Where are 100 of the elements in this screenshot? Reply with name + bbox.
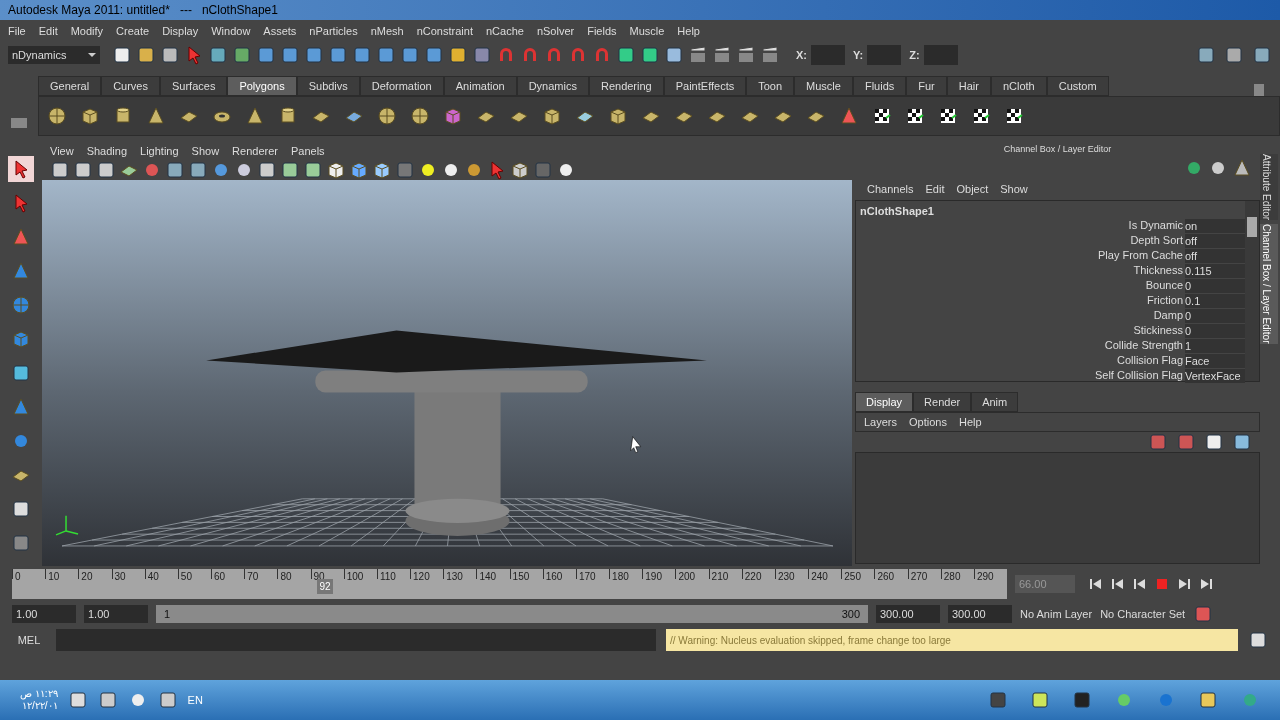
layer-tab[interactable]: Anim: [971, 392, 1019, 412]
cube-icon[interactable]: [80, 106, 100, 126]
menu-item[interactable]: nMesh: [370, 22, 404, 40]
cube-icon[interactable]: [326, 160, 346, 180]
shelf-tab[interactable]: Animation: [443, 76, 517, 96]
side-tab[interactable]: Channel Box / Layer Editor: [1260, 224, 1278, 344]
shelf-tab[interactable]: nCloth: [990, 76, 1047, 96]
attribute-value[interactable]: off: [1185, 248, 1245, 263]
coordinate-field[interactable]: [811, 45, 845, 65]
cube-icon[interactable]: [443, 106, 463, 126]
language-indicator[interactable]: EN: [187, 691, 203, 709]
sphere-icon[interactable]: [377, 106, 397, 126]
menu-item[interactable]: Modify: [70, 22, 104, 40]
viewport-menu[interactable]: Renderer: [232, 142, 278, 160]
attribute-value[interactable]: 0.115: [1185, 263, 1245, 278]
coordinate-field[interactable]: [867, 45, 902, 65]
attribute-value[interactable]: off: [1185, 233, 1245, 248]
step-forward-icon[interactable]: [1177, 578, 1191, 590]
shelf-tab[interactable]: Custom: [1046, 76, 1109, 96]
end-time-field[interactable]: 300.00: [948, 605, 1012, 623]
channel-menu[interactable]: Edit: [925, 180, 945, 198]
cone-icon[interactable]: [839, 106, 859, 126]
menu-item[interactable]: nConstraint: [416, 22, 473, 40]
shelf-tab[interactable]: Rendering: [588, 76, 664, 96]
clapperboard-icon[interactable]: [688, 45, 708, 65]
viewport-menu[interactable]: Panels: [290, 142, 325, 160]
attribute-value[interactable]: VertexFace: [1185, 368, 1245, 383]
cylinder-icon[interactable]: [113, 106, 133, 126]
menu-item[interactable]: File: [8, 22, 26, 40]
menu-item[interactable]: Create: [116, 22, 150, 40]
skip-forward-icon[interactable]: [1199, 578, 1213, 590]
layer-tab[interactable]: Render: [913, 392, 972, 412]
layer-menu[interactable]: Layers: [864, 413, 898, 431]
shelf-tab[interactable]: PaintEffects: [663, 76, 747, 96]
menu-item[interactable]: nSolver: [536, 22, 575, 40]
pyramid-icon[interactable]: [245, 106, 265, 126]
command-field[interactable]: [56, 629, 656, 651]
shelf-handle-icon[interactable]: [11, 118, 27, 128]
shelf-tab[interactable]: Surfaces: [160, 76, 228, 96]
viewport-menu[interactable]: Show: [191, 142, 220, 160]
coordinate-field[interactable]: [923, 45, 958, 65]
skip-back-icon[interactable]: [1089, 578, 1103, 590]
polygon-tool-icon[interactable]: [542, 106, 562, 126]
layer-menu[interactable]: Options: [909, 413, 947, 431]
shelf-tab[interactable]: Polygons: [227, 76, 297, 96]
menu-item[interactable]: Window: [211, 22, 251, 40]
channel-menu[interactable]: Channels: [867, 180, 914, 198]
clapperboard-icon[interactable]: [712, 45, 732, 65]
layer-menu[interactable]: Help: [958, 413, 982, 431]
menu-item[interactable]: Fields: [587, 22, 617, 40]
character-set-dropdown[interactable]: No Character Set: [1100, 605, 1186, 623]
attribute-value[interactable]: 0: [1185, 308, 1245, 323]
viewport-menu[interactable]: Shading: [86, 142, 128, 160]
scrollbar[interactable]: [1245, 201, 1259, 381]
channel-menu[interactable]: Object: [956, 180, 989, 198]
menu-set-dropdown[interactable]: nDynamics: [8, 46, 100, 64]
shelf-tab[interactable]: Fur: [906, 76, 947, 96]
shelf-tab[interactable]: Toon: [746, 76, 795, 96]
shelf-tab[interactable]: Muscle: [794, 76, 853, 96]
cube-icon[interactable]: [510, 160, 530, 180]
range-slider[interactable]: 1 300: [156, 605, 868, 623]
attribute-value[interactable]: 1: [1185, 338, 1245, 353]
sphere-icon[interactable]: [410, 106, 430, 126]
clock-date[interactable]: ١٢/٢٢/٠١: [22, 700, 58, 712]
shelf-tab[interactable]: Fluids: [852, 76, 907, 96]
attribute-value[interactable]: on: [1185, 218, 1245, 233]
menu-item[interactable]: nCache: [485, 22, 524, 40]
menu-item[interactable]: Display: [162, 22, 199, 40]
menu-item[interactable]: Assets: [263, 22, 297, 40]
viewport-menu[interactable]: View: [50, 142, 74, 160]
shelf-tab[interactable]: Deformation: [359, 76, 444, 96]
anim-layer-dropdown[interactable]: No Anim Layer: [1020, 605, 1093, 623]
shelf-tab[interactable]: Curves: [101, 76, 160, 96]
clapperboard-icon[interactable]: [736, 45, 756, 65]
step-back-icon[interactable]: [1111, 578, 1125, 590]
start-time-field[interactable]: 1.00: [12, 605, 76, 623]
menu-item[interactable]: Muscle: [629, 22, 665, 40]
sphere-icon[interactable]: [47, 106, 67, 126]
attribute-value[interactable]: 0: [1185, 323, 1245, 338]
menu-item[interactable]: nParticles: [309, 22, 358, 40]
attribute-value[interactable]: 0: [1185, 278, 1245, 293]
shelf-tab[interactable]: Hair: [946, 76, 991, 96]
attribute-value[interactable]: 0.1: [1185, 293, 1245, 308]
shelf-tab[interactable]: Subdivs: [296, 76, 360, 96]
shelf-tab[interactable]: Dynamics: [516, 76, 589, 96]
menu-item[interactable]: Edit: [38, 22, 58, 40]
cylinder-icon[interactable]: [278, 106, 298, 126]
channel-menu[interactable]: Show: [1000, 180, 1028, 198]
attribute-value[interactable]: Face: [1185, 353, 1245, 368]
cube-icon[interactable]: [608, 106, 628, 126]
clapperboard-icon[interactable]: [760, 45, 780, 65]
cone-icon[interactable]: [146, 106, 166, 126]
side-tab[interactable]: Attribute Editor: [1260, 154, 1278, 221]
current-frame-marker[interactable]: 92: [317, 579, 333, 594]
cube-icon[interactable]: [372, 160, 392, 180]
menu-item[interactable]: Help: [677, 22, 700, 40]
command-language-label[interactable]: MEL: [12, 631, 46, 649]
playback-end-field[interactable]: 300.00: [876, 605, 940, 623]
viewport-menu[interactable]: Lighting: [140, 142, 179, 160]
shelf-tab[interactable]: General: [38, 76, 102, 96]
